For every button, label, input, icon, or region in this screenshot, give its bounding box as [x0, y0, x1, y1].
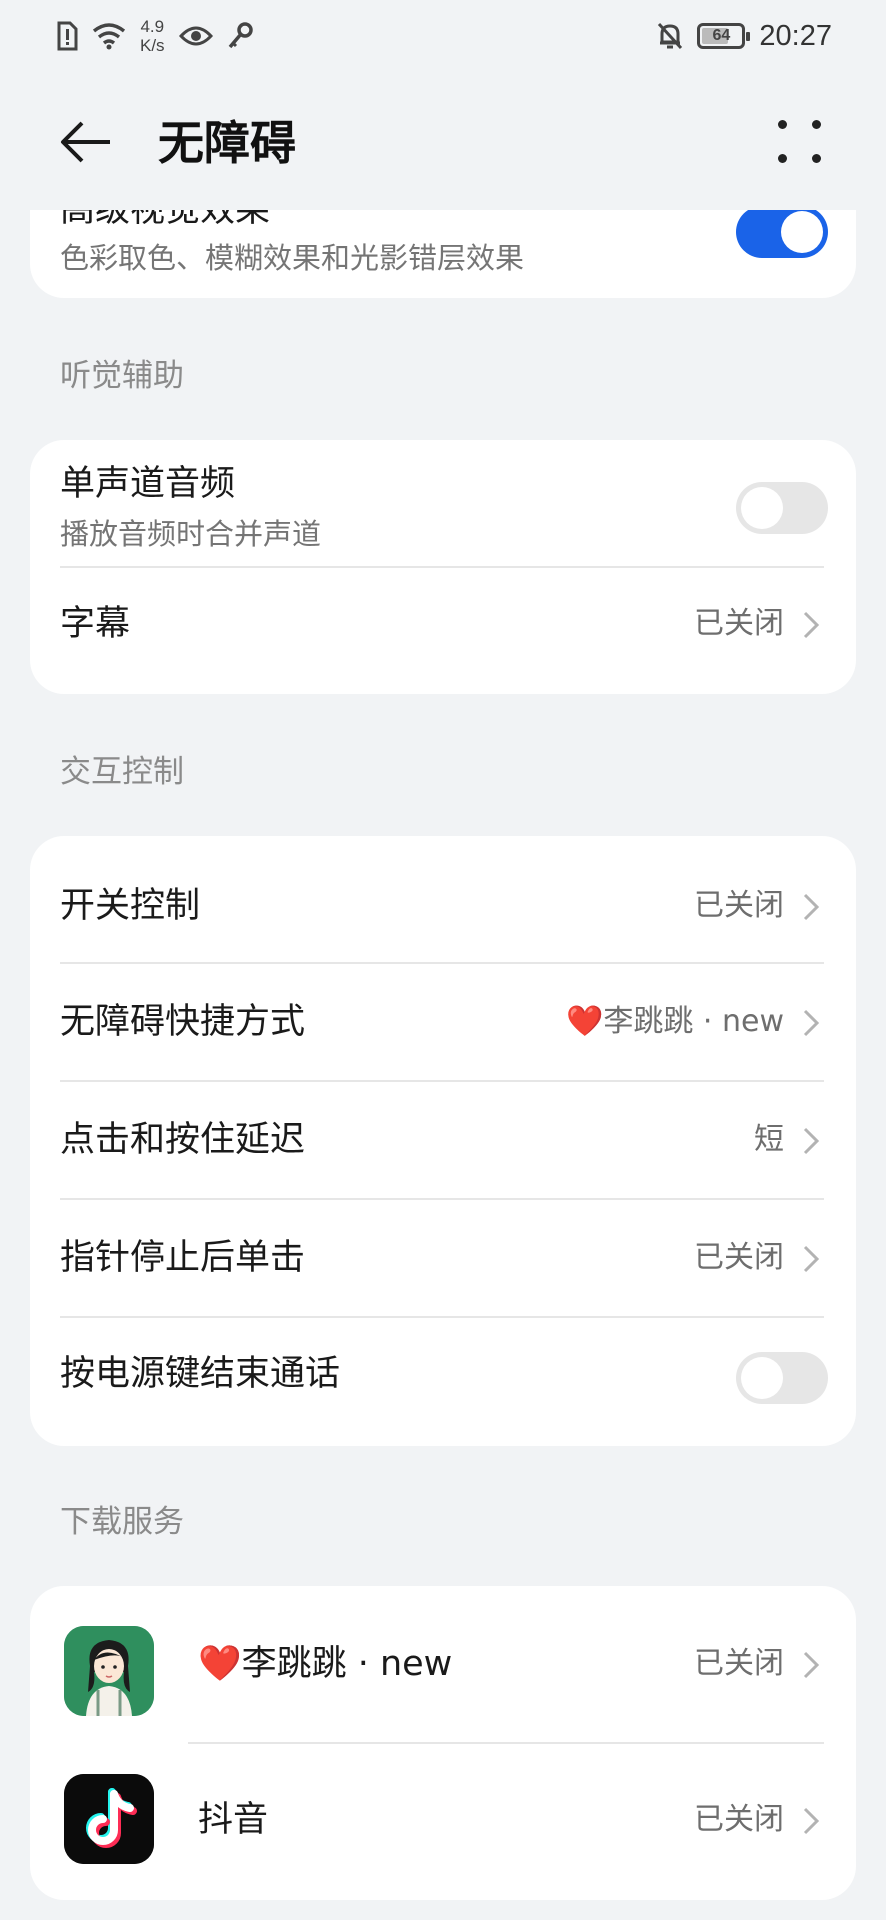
sim-alert-icon	[57, 21, 78, 51]
row-value: 已关闭	[694, 888, 784, 923]
row-title: 单声道音频	[60, 464, 236, 504]
row-title: 点击和按住延迟	[60, 1120, 306, 1160]
row-value: 已关闭	[694, 606, 784, 641]
back-button[interactable]	[56, 114, 116, 170]
section-label-download: 下载服务	[60, 1504, 184, 1540]
chevron-right-icon	[803, 1245, 820, 1273]
row-value: 已关闭	[694, 1240, 784, 1275]
download-services-card: ❤️李跳跳 · new 已关闭 抖音 已关闭	[30, 1586, 856, 1900]
row-title: 无障碍快捷方式	[60, 1002, 306, 1042]
download-service-item[interactable]: ❤️李跳跳 · new 已关闭	[30, 1586, 856, 1742]
status-bar: 4.9 K/s 64 20:27	[0, 0, 886, 72]
eye-icon	[178, 26, 213, 46]
captions-row[interactable]: 字幕 已关闭	[30, 568, 856, 694]
header-layer: 无障碍	[0, 72, 886, 210]
download-service-item[interactable]: 抖音 已关闭	[30, 1744, 856, 1900]
chevron-right-icon	[803, 1009, 820, 1037]
heart-icon: ❤️	[566, 1004, 604, 1039]
key-icon	[228, 22, 253, 49]
interaction-card: 开关控制 已关闭 无障碍快捷方式 ❤️李跳跳 · new 点击和按住延迟 短 指…	[30, 836, 856, 1446]
cartoon-girl-avatar-icon	[64, 1626, 154, 1716]
more-dot-icon	[812, 120, 821, 129]
hearing-card: 单声道音频 播放音频时合并声道 字幕 已关闭	[30, 440, 856, 694]
clock: 20:27	[759, 19, 832, 52]
row-value: 已关闭	[694, 1646, 784, 1681]
row-value: 已关闭	[694, 1802, 784, 1837]
section-label-hearing: 听觉辅助	[60, 358, 184, 394]
switch-control-row[interactable]: 开关控制 已关闭	[30, 836, 856, 962]
row-title: 按电源键结束通话	[60, 1354, 341, 1394]
tiktok-icon	[64, 1774, 154, 1864]
accessibility-shortcut-row[interactable]: 无障碍快捷方式 ❤️李跳跳 · new	[30, 964, 856, 1080]
section-label-interaction: 交互控制	[60, 754, 184, 790]
more-options-button[interactable]	[778, 120, 830, 172]
chevron-right-icon	[803, 1807, 820, 1835]
row-title: 字幕	[60, 604, 131, 644]
mono-audio-row[interactable]: 单声道音频 播放音频时合并声道	[30, 440, 856, 566]
dwell-click-row[interactable]: 指针停止后单击 已关闭	[30, 1200, 856, 1316]
notifications-muted-icon	[658, 22, 683, 50]
power-button-ends-call-row[interactable]: 按电源键结束通话	[30, 1318, 856, 1446]
row-subtitle: 播放音频时合并声道	[60, 517, 322, 551]
heart-icon: ❤️	[198, 1644, 242, 1684]
advanced-visual-effects-toggle[interactable]	[736, 206, 828, 258]
chevron-right-icon	[803, 893, 820, 921]
more-dot-icon	[812, 154, 821, 163]
row-title: 指针停止后单击	[60, 1238, 306, 1278]
more-dot-icon	[778, 120, 787, 129]
wifi-icon	[92, 23, 126, 50]
power-button-ends-call-toggle[interactable]	[736, 1352, 828, 1404]
row-value: 短	[754, 1122, 784, 1157]
row-subtitle: 色彩取色、模糊效果和光影错层效果	[60, 241, 525, 275]
mono-audio-toggle[interactable]	[736, 482, 828, 534]
row-title: 开关控制	[60, 886, 201, 926]
page-title: 无障碍	[158, 116, 296, 170]
chevron-right-icon	[803, 1651, 820, 1679]
app-name: ❤️李跳跳 · new	[198, 1644, 453, 1684]
row-value: ❤️李跳跳 · new	[566, 1004, 784, 1039]
app-name: 抖音	[198, 1800, 269, 1840]
back-arrow-icon	[61, 121, 110, 163]
network-speed: 4.9 K/s	[140, 17, 165, 55]
chevron-right-icon	[803, 611, 820, 639]
battery-icon: 64	[697, 23, 751, 49]
chevron-right-icon	[803, 1127, 820, 1155]
touch-hold-delay-row[interactable]: 点击和按住延迟 短	[30, 1082, 856, 1198]
more-dot-icon	[778, 154, 787, 163]
